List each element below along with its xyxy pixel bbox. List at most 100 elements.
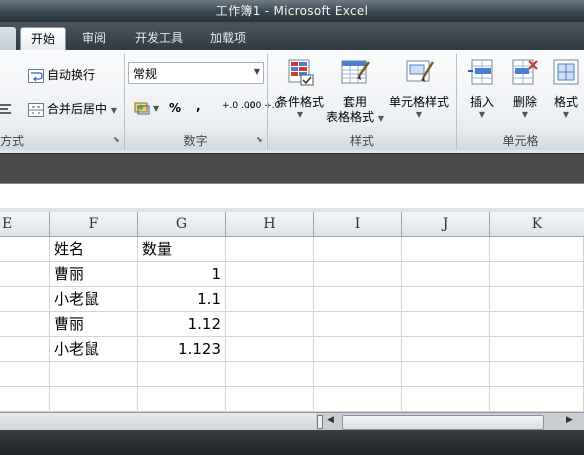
cell-i[interactable]	[314, 287, 402, 312]
cell-k[interactable]	[490, 337, 584, 362]
chevron-down-icon[interactable]: ▼	[272, 110, 328, 119]
chevron-down-icon[interactable]: ▼	[460, 110, 504, 119]
cell-i[interactable]	[314, 262, 402, 287]
delete-button[interactable]: 删除 ▼	[503, 56, 547, 119]
column-header-f[interactable]: F	[50, 212, 138, 237]
alignment-dialog-launcher-icon[interactable]: ⬊	[113, 136, 121, 144]
tab-home[interactable]: 开始	[20, 27, 67, 51]
cell-h[interactable]	[226, 287, 314, 312]
cell-e[interactable]	[0, 337, 50, 362]
cell-k[interactable]	[490, 312, 584, 337]
cell-g[interactable]: 1.123	[138, 337, 226, 362]
column-header-k[interactable]: K	[490, 212, 584, 237]
cell-g[interactable]: 数量	[138, 237, 226, 262]
scroll-right-icon[interactable]: ▶	[566, 415, 573, 425]
tab-split-handle[interactable]	[317, 415, 323, 429]
cell-j[interactable]	[402, 387, 490, 412]
cell-k[interactable]	[490, 262, 584, 287]
cell-f[interactable]: 小老鼠	[50, 337, 138, 362]
chevron-down-icon[interactable]: ▼	[548, 110, 584, 119]
format-as-table-line1: 套用	[342, 95, 367, 109]
cell-f[interactable]: 姓名	[50, 237, 138, 262]
scroll-left-icon[interactable]: ◀	[327, 415, 334, 425]
increase-decimal-button[interactable]: +.0 .00	[222, 102, 255, 111]
number-format-value: 常规	[133, 67, 158, 81]
cell-j[interactable]	[402, 237, 490, 262]
insert-button[interactable]: 插入 ▼	[460, 56, 504, 119]
cell-styles-button[interactable]: 单元格样式 ▼	[386, 56, 452, 119]
cell-k[interactable]	[490, 362, 584, 387]
cell-i[interactable]	[314, 362, 402, 387]
cell-h[interactable]	[226, 337, 314, 362]
office-button-edge[interactable]	[0, 27, 16, 50]
cell-h[interactable]	[226, 362, 314, 387]
formula-bar[interactable]	[0, 183, 584, 209]
cell-i[interactable]	[314, 312, 402, 337]
cell-e[interactable]	[0, 237, 50, 262]
cell-g[interactable]	[138, 362, 226, 387]
cell-j[interactable]	[402, 262, 490, 287]
chevron-down-icon[interactable]: ▼	[111, 106, 117, 115]
number-format-combo[interactable]: 常规 ▼	[128, 62, 264, 84]
sheet-tabs-area[interactable]	[0, 413, 316, 431]
conditional-format-button[interactable]: 条件格式 ▼	[272, 56, 328, 119]
cell-i[interactable]	[314, 237, 402, 262]
scroll-thumb[interactable]	[342, 415, 544, 430]
comma-button[interactable]: ,	[196, 99, 201, 113]
cell-j[interactable]	[402, 337, 490, 362]
column-header-j[interactable]: J	[402, 212, 490, 237]
cell-k[interactable]	[490, 237, 584, 262]
cell-e[interactable]	[0, 387, 50, 412]
column-header-g[interactable]: G	[138, 212, 226, 237]
cell-i[interactable]	[314, 337, 402, 362]
chevron-down-icon[interactable]: ▼	[378, 114, 384, 123]
cell-j[interactable]	[402, 287, 490, 312]
format-as-table-button[interactable]: 套用 表格格式 ▼	[326, 56, 384, 126]
format-button[interactable]: 格式 ▼	[548, 56, 584, 119]
align-icon-partial[interactable]	[0, 102, 12, 119]
number-dialog-launcher-icon[interactable]: ⬊	[256, 136, 264, 144]
cell-i[interactable]	[314, 387, 402, 412]
cell-g[interactable]: 1.1	[138, 287, 226, 312]
tab-addins[interactable]: 加载项	[200, 27, 256, 50]
tab-review[interactable]: 审阅	[72, 27, 116, 50]
cell-f[interactable]	[50, 387, 138, 412]
cell-h[interactable]	[226, 262, 314, 287]
decrease-decimal-button[interactable]: .00 +.0	[247, 102, 280, 111]
percent-button[interactable]: %	[169, 101, 181, 115]
cell-f[interactable]: 曹丽	[50, 262, 138, 287]
cell-e[interactable]	[0, 362, 50, 387]
ribbon: 自动换行 合并后居中 ▼ 方式 ⬊ 常规 ▼ ▼ % , +.0 .00 .00…	[0, 50, 584, 154]
cell-g[interactable]: 1.12	[138, 312, 226, 337]
cell-j[interactable]	[402, 312, 490, 337]
cell-j[interactable]	[402, 362, 490, 387]
cell-h[interactable]	[226, 237, 314, 262]
merge-center-button[interactable]: 合并后居中 ▼	[28, 100, 117, 117]
wrap-text-button[interactable]: 自动换行	[28, 66, 95, 83]
chevron-down-icon[interactable]: ▼	[503, 110, 547, 119]
accounting-format-button[interactable]: ▼	[134, 100, 159, 115]
delete-cells-icon	[512, 59, 538, 85]
chevron-down-icon[interactable]: ▼	[153, 104, 159, 113]
cell-h[interactable]	[226, 312, 314, 337]
cell-h[interactable]	[226, 387, 314, 412]
tab-developer[interactable]: 开发工具	[125, 27, 193, 50]
cell-e[interactable]	[0, 287, 50, 312]
cell-g[interactable]	[138, 387, 226, 412]
cell-f[interactable]: 曹丽	[50, 312, 138, 337]
cell-f[interactable]	[50, 362, 138, 387]
cell-e[interactable]	[0, 262, 50, 287]
worksheet-grid[interactable]: E F G H I J K 姓名 数量 曹丽 1 小老鼠 1.1 曹丽 1.12…	[0, 212, 584, 412]
column-header-e[interactable]: E	[0, 212, 50, 237]
column-header-i[interactable]: I	[314, 212, 402, 237]
cell-g[interactable]: 1	[138, 262, 226, 287]
number-group-label-text: 数字	[183, 134, 208, 148]
cell-e[interactable]	[0, 312, 50, 337]
chevron-down-icon[interactable]: ▼	[254, 67, 260, 76]
horizontal-scrollbar[interactable]: ◀ ▶	[0, 412, 584, 431]
cell-k[interactable]	[490, 287, 584, 312]
cell-f[interactable]: 小老鼠	[50, 287, 138, 312]
cell-k[interactable]	[490, 387, 584, 412]
column-header-h[interactable]: H	[226, 212, 314, 237]
chevron-down-icon[interactable]: ▼	[386, 110, 452, 119]
